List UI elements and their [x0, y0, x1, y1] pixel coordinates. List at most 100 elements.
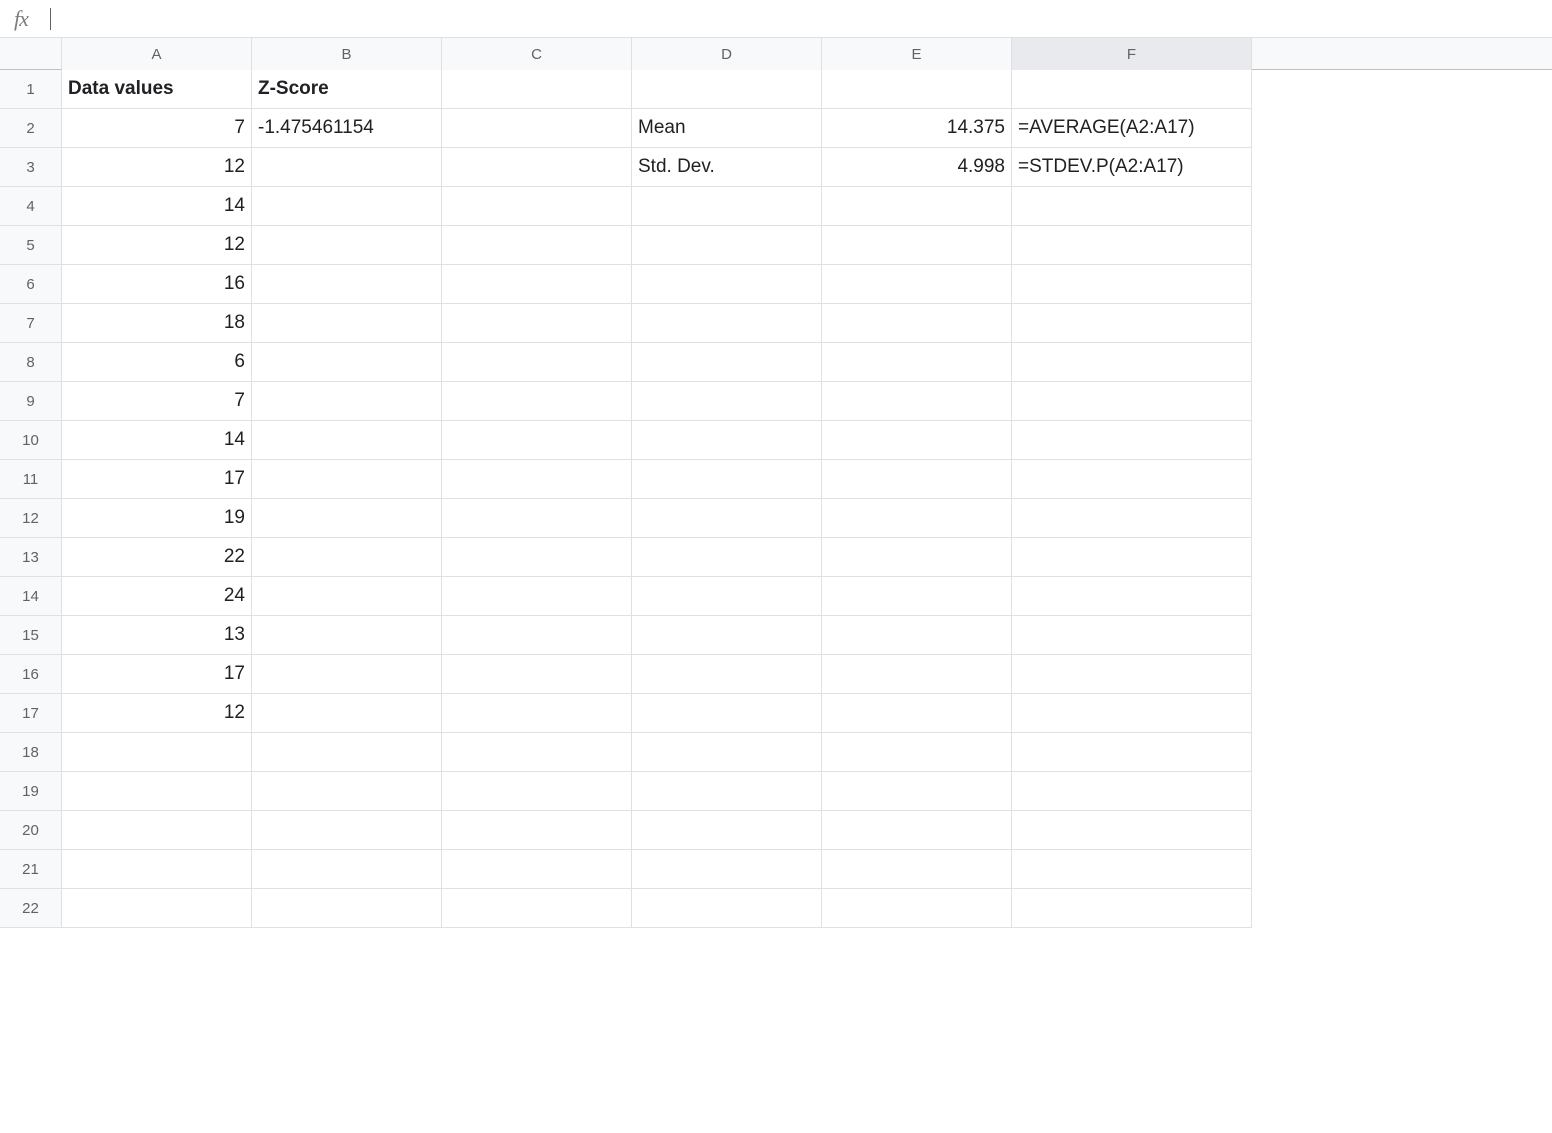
cell-B22[interactable] [252, 889, 442, 928]
cell-B3[interactable] [252, 148, 442, 187]
cell-E1[interactable] [822, 70, 1012, 109]
row-header-16[interactable]: 16 [0, 655, 61, 694]
cell-C11[interactable] [442, 460, 632, 499]
cell-E4[interactable] [822, 187, 1012, 226]
cell-D4[interactable] [632, 187, 822, 226]
cell-A1[interactable]: Data values [62, 70, 252, 109]
cell-B15[interactable] [252, 616, 442, 655]
cell-C14[interactable] [442, 577, 632, 616]
cell-E9[interactable] [822, 382, 1012, 421]
cell-C21[interactable] [442, 850, 632, 889]
row-header-5[interactable]: 5 [0, 226, 61, 265]
cell-D19[interactable] [632, 772, 822, 811]
cell-D20[interactable] [632, 811, 822, 850]
row-header-19[interactable]: 19 [0, 772, 61, 811]
cell-F7[interactable] [1012, 304, 1252, 343]
cell-D6[interactable] [632, 265, 822, 304]
cell-B11[interactable] [252, 460, 442, 499]
row-header-22[interactable]: 22 [0, 889, 61, 928]
row-header-12[interactable]: 12 [0, 499, 61, 538]
cell-D10[interactable] [632, 421, 822, 460]
cell-B14[interactable] [252, 577, 442, 616]
row-header-7[interactable]: 7 [0, 304, 61, 343]
cell-E21[interactable] [822, 850, 1012, 889]
cell-C7[interactable] [442, 304, 632, 343]
cell-D13[interactable] [632, 538, 822, 577]
column-header-F[interactable]: F [1012, 38, 1252, 70]
cell-A8[interactable]: 6 [62, 343, 252, 382]
cell-C13[interactable] [442, 538, 632, 577]
cell-B18[interactable] [252, 733, 442, 772]
cell-A16[interactable]: 17 [62, 655, 252, 694]
cell-E20[interactable] [822, 811, 1012, 850]
column-header-A[interactable]: A [62, 38, 252, 70]
cell-D14[interactable] [632, 577, 822, 616]
cell-F1[interactable] [1012, 70, 1252, 109]
column-header-E[interactable]: E [822, 38, 1012, 70]
cell-C20[interactable] [442, 811, 632, 850]
cell-B20[interactable] [252, 811, 442, 850]
cell-E6[interactable] [822, 265, 1012, 304]
cell-E22[interactable] [822, 889, 1012, 928]
cell-E3[interactable]: 4.998 [822, 148, 1012, 187]
cell-B13[interactable] [252, 538, 442, 577]
cell-D7[interactable] [632, 304, 822, 343]
cell-A12[interactable]: 19 [62, 499, 252, 538]
cell-E8[interactable] [822, 343, 1012, 382]
cell-C17[interactable] [442, 694, 632, 733]
cell-A4[interactable]: 14 [62, 187, 252, 226]
cell-C12[interactable] [442, 499, 632, 538]
cell-E12[interactable] [822, 499, 1012, 538]
cell-B16[interactable] [252, 655, 442, 694]
cell-D5[interactable] [632, 226, 822, 265]
cell-F13[interactable] [1012, 538, 1252, 577]
cell-C18[interactable] [442, 733, 632, 772]
row-header-1[interactable]: 1 [0, 70, 61, 109]
cell-E10[interactable] [822, 421, 1012, 460]
cell-A18[interactable] [62, 733, 252, 772]
row-header-6[interactable]: 6 [0, 265, 61, 304]
cell-F15[interactable] [1012, 616, 1252, 655]
column-header-C[interactable]: C [442, 38, 632, 70]
cell-F3[interactable]: =STDEV.P(A2:A17) [1012, 148, 1252, 187]
cell-C15[interactable] [442, 616, 632, 655]
cell-E18[interactable] [822, 733, 1012, 772]
cell-E15[interactable] [822, 616, 1012, 655]
cell-F22[interactable] [1012, 889, 1252, 928]
row-header-21[interactable]: 21 [0, 850, 61, 889]
row-header-8[interactable]: 8 [0, 343, 61, 382]
cell-A6[interactable]: 16 [62, 265, 252, 304]
cell-B17[interactable] [252, 694, 442, 733]
cell-B4[interactable] [252, 187, 442, 226]
cell-C19[interactable] [442, 772, 632, 811]
cell-A13[interactable]: 22 [62, 538, 252, 577]
row-header-11[interactable]: 11 [0, 460, 61, 499]
cell-C9[interactable] [442, 382, 632, 421]
row-header-4[interactable]: 4 [0, 187, 61, 226]
cell-B10[interactable] [252, 421, 442, 460]
cell-D11[interactable] [632, 460, 822, 499]
cell-E7[interactable] [822, 304, 1012, 343]
cell-A19[interactable] [62, 772, 252, 811]
cell-A5[interactable]: 12 [62, 226, 252, 265]
cell-F4[interactable] [1012, 187, 1252, 226]
cell-F9[interactable] [1012, 382, 1252, 421]
cell-F8[interactable] [1012, 343, 1252, 382]
cell-C6[interactable] [442, 265, 632, 304]
row-header-17[interactable]: 17 [0, 694, 61, 733]
cell-F20[interactable] [1012, 811, 1252, 850]
cell-D1[interactable] [632, 70, 822, 109]
cell-A7[interactable]: 18 [62, 304, 252, 343]
cell-C8[interactable] [442, 343, 632, 382]
cell-F10[interactable] [1012, 421, 1252, 460]
cell-D3[interactable]: Std. Dev. [632, 148, 822, 187]
cell-F12[interactable] [1012, 499, 1252, 538]
cell-B8[interactable] [252, 343, 442, 382]
row-header-15[interactable]: 15 [0, 616, 61, 655]
cell-D9[interactable] [632, 382, 822, 421]
cell-F18[interactable] [1012, 733, 1252, 772]
row-header-2[interactable]: 2 [0, 109, 61, 148]
cell-F5[interactable] [1012, 226, 1252, 265]
cell-B12[interactable] [252, 499, 442, 538]
cell-C10[interactable] [442, 421, 632, 460]
